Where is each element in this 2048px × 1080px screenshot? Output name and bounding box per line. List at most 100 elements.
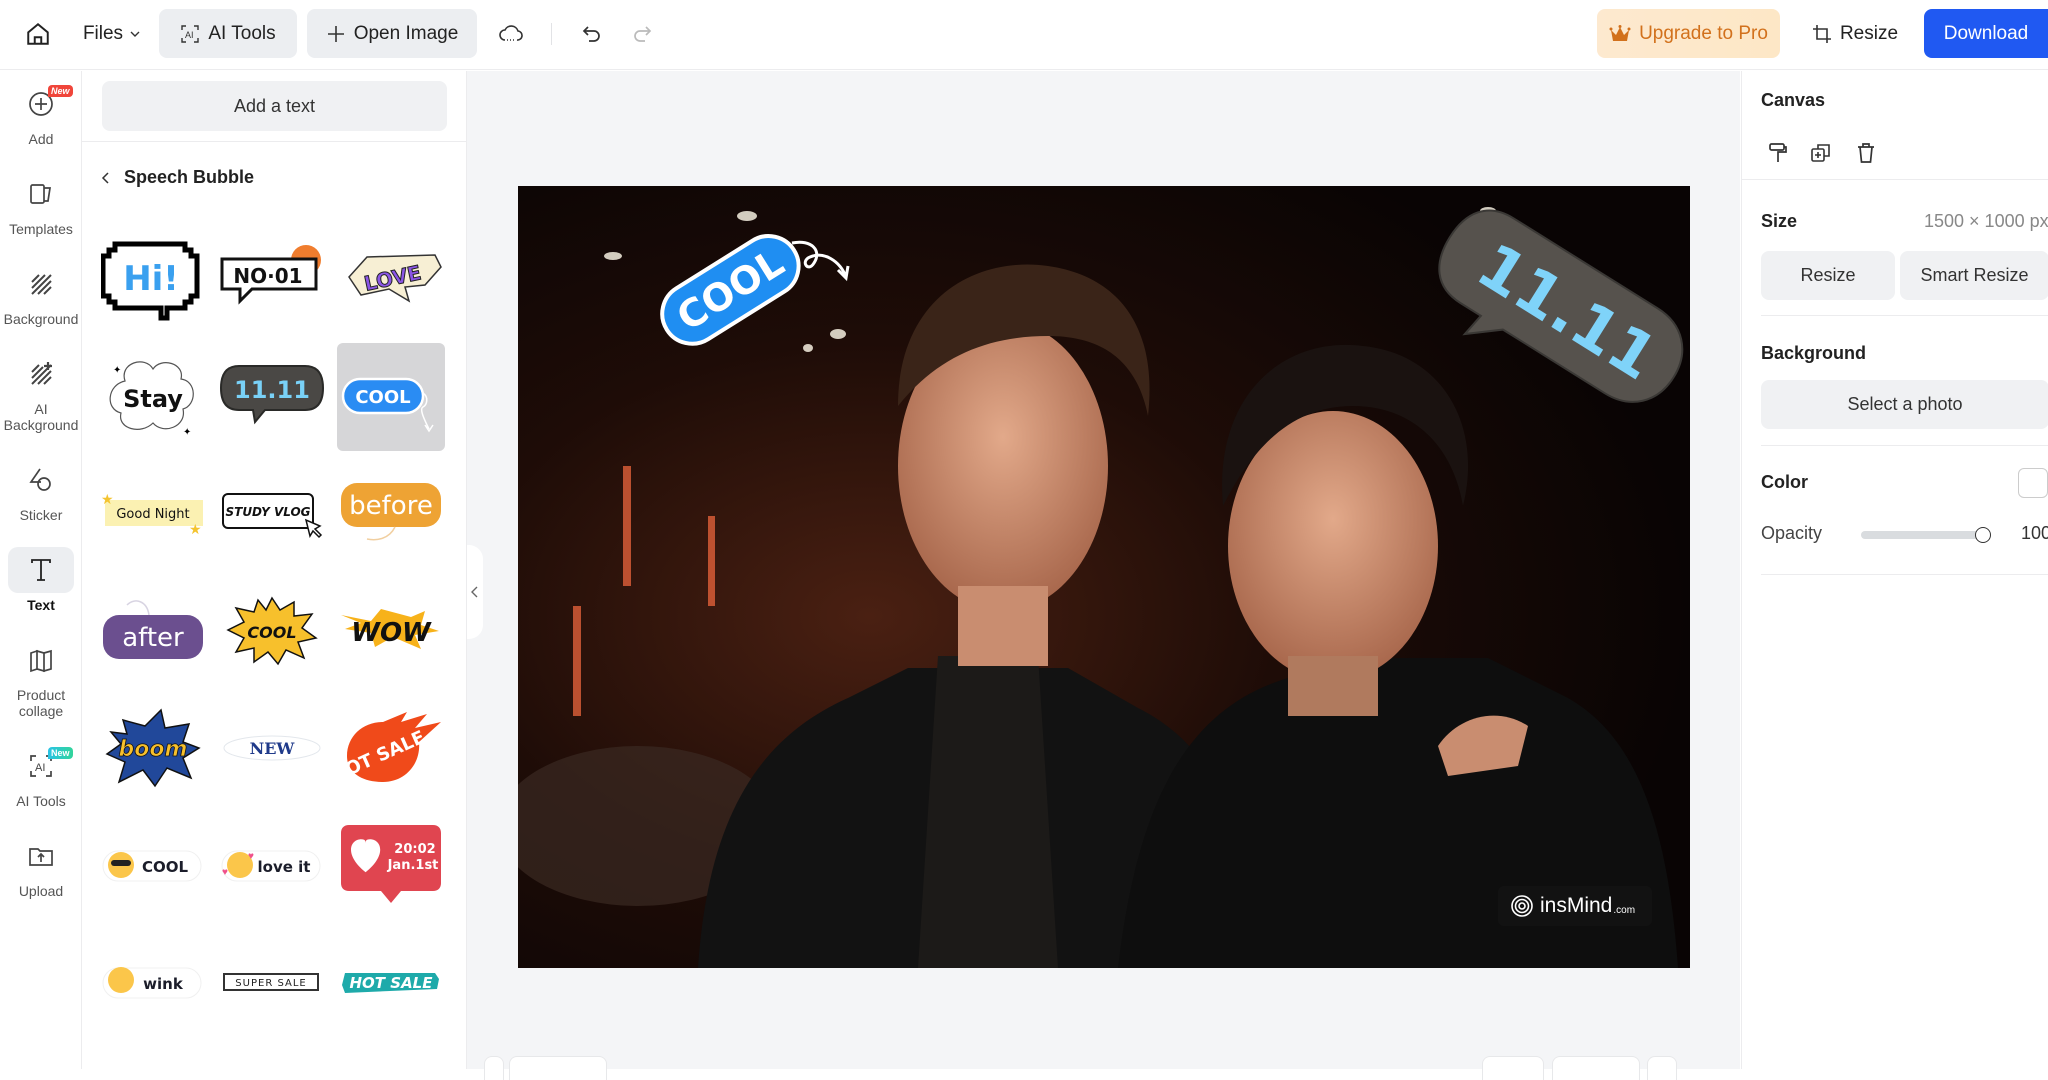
text-panel: Add a text Speech Bubble Hi! NO·01 LOVE … bbox=[82, 71, 467, 1069]
sticker-like-notification[interactable]: 20:02 Jan.1st bbox=[337, 811, 445, 919]
crop-icon bbox=[1812, 24, 1831, 43]
ai-tools-button[interactable]: AI AI Tools bbox=[159, 9, 297, 58]
open-image-label: Open Image bbox=[353, 22, 459, 44]
select-photo-button[interactable]: Select a photo bbox=[1761, 380, 2048, 429]
duplicate-icon bbox=[1811, 144, 1830, 162]
rail-item-ai-tools[interactable]: AI New AI Tools bbox=[4, 743, 78, 809]
svg-text:♥: ♥ bbox=[248, 851, 254, 862]
sticker-wow[interactable]: WOW bbox=[337, 577, 445, 685]
watermark-text: insMind bbox=[1540, 894, 1613, 917]
sticker-1111[interactable]: 11.11 bbox=[218, 343, 326, 451]
sticker-cool-starburst[interactable]: COOL bbox=[218, 577, 326, 685]
collage-icon bbox=[30, 649, 52, 673]
sticker-wink[interactable]: wink bbox=[99, 928, 207, 1036]
stage-control-fit[interactable] bbox=[1482, 1056, 1544, 1080]
sticker-text: 11.11 bbox=[234, 376, 310, 404]
properties-panel: Canvas Size 1500 × 1000 px Resize Smart … bbox=[1741, 71, 2048, 1069]
sticker-good-night[interactable]: Good Night ★ ★ bbox=[99, 460, 207, 568]
sticker-text: COOL bbox=[247, 623, 296, 642]
rail-label: AI Background bbox=[3, 401, 79, 433]
collapse-panel-handle[interactable] bbox=[467, 545, 483, 639]
upgrade-to-pro-button[interactable]: Upgrade to Pro bbox=[1597, 9, 1780, 58]
trash-icon bbox=[1858, 143, 1874, 163]
sticker-love-it[interactable]: ♥ ♥ love it bbox=[218, 811, 326, 919]
sticker-cool-emoji[interactable]: COOL bbox=[99, 811, 207, 919]
stage-control-left[interactable] bbox=[484, 1056, 504, 1080]
crown-icon bbox=[1609, 24, 1631, 41]
add-text-button[interactable]: Add a text bbox=[102, 81, 447, 131]
chevron-down-icon bbox=[130, 31, 140, 37]
home-button[interactable] bbox=[20, 9, 56, 58]
sticker-text: before bbox=[349, 491, 433, 521]
sticker-text: Stay bbox=[123, 385, 183, 413]
download-button[interactable]: Download bbox=[1924, 9, 2048, 58]
back-to-categories[interactable]: Speech Bubble bbox=[100, 167, 254, 188]
sticker-hot-sale-fire[interactable]: HOT SALE bbox=[337, 694, 445, 802]
watermark-suffix: .com bbox=[1613, 904, 1636, 916]
undo-button[interactable] bbox=[575, 9, 609, 58]
canvas-stage: COOL 11.11 insMind .com bbox=[467, 71, 1740, 1080]
sticker-after[interactable]: after bbox=[99, 577, 207, 685]
sticker-text: after bbox=[122, 623, 184, 653]
svg-text:Jan.1st: Jan.1st bbox=[387, 858, 439, 873]
canvas-photo[interactable]: COOL 11.11 insMind .com bbox=[518, 186, 1690, 968]
opacity-slider-handle[interactable] bbox=[1975, 527, 1991, 543]
sticker-text: NO·01 bbox=[233, 264, 302, 288]
delete-button[interactable] bbox=[1850, 137, 1882, 169]
files-menu[interactable]: Files bbox=[80, 9, 144, 58]
rail-item-ai-background[interactable]: AI Background bbox=[4, 351, 78, 433]
sticker-new[interactable]: NEW bbox=[218, 694, 326, 802]
sticker-cool-blue[interactable]: COOL bbox=[337, 343, 445, 451]
stage-control-pages[interactable] bbox=[509, 1056, 607, 1080]
opacity-slider[interactable] bbox=[1861, 527, 1991, 543]
resize-button[interactable]: Resize bbox=[1800, 9, 1910, 58]
sticker-study-vlog[interactable]: STUDY VLOG bbox=[218, 460, 326, 568]
format-painter-button[interactable] bbox=[1762, 137, 1794, 169]
sticker-no01[interactable]: NO·01 bbox=[218, 226, 326, 334]
sticker-text: STUDY VLOG bbox=[225, 505, 310, 519]
rail-item-upload[interactable]: Upload bbox=[4, 833, 78, 899]
cloud-save-button[interactable] bbox=[494, 9, 528, 58]
redo-icon bbox=[634, 25, 652, 42]
rail-item-product-collage[interactable]: Product collage bbox=[4, 637, 78, 719]
panel-divider bbox=[1742, 179, 2048, 180]
smart-resize-button[interactable]: Smart Resize bbox=[1900, 251, 2048, 300]
sticker-text: COOL bbox=[142, 858, 189, 876]
sticker-super-sale[interactable]: SUPER SALE bbox=[218, 928, 326, 1036]
duplicate-button[interactable] bbox=[1805, 137, 1837, 169]
sticker-text: wink bbox=[143, 975, 184, 993]
svg-text:AI: AI bbox=[35, 762, 45, 774]
rail-label: Text bbox=[27, 597, 55, 613]
sticker-hi[interactable]: Hi! bbox=[99, 226, 207, 334]
canvas-sticker-cool[interactable]: COOL bbox=[642, 208, 862, 348]
redo-button[interactable] bbox=[625, 9, 659, 58]
rail-item-templates[interactable]: Templates bbox=[4, 171, 78, 237]
color-label: Color bbox=[1761, 472, 1808, 492]
ai-background-icon bbox=[31, 362, 52, 385]
sticker-before[interactable]: before bbox=[337, 460, 445, 568]
rail-item-text[interactable]: Text bbox=[4, 547, 78, 613]
sticker-stay[interactable]: Stay ✦ ✦ bbox=[99, 343, 207, 451]
sticker-boom[interactable]: boom bbox=[99, 694, 207, 802]
paint-roller-icon bbox=[1769, 143, 1787, 162]
download-label: Download bbox=[1943, 22, 2029, 44]
open-image-button[interactable]: Open Image bbox=[307, 9, 477, 58]
rail-item-sticker[interactable]: Sticker bbox=[4, 457, 78, 523]
size-value: 1500 × 1000 px bbox=[1924, 211, 2048, 231]
rail-item-add[interactable]: New Add bbox=[4, 81, 78, 147]
color-swatch[interactable] bbox=[2018, 468, 2048, 498]
rail-label: Upload bbox=[18, 883, 64, 899]
resize-label: Resize bbox=[1839, 22, 1899, 44]
canvas-sticker-1111[interactable]: 11.11 bbox=[1422, 208, 1690, 448]
sticker-love[interactable]: LOVE bbox=[337, 226, 445, 334]
sticker-text: Hi! bbox=[123, 259, 179, 299]
resize-canvas-button[interactable]: Resize bbox=[1761, 251, 1895, 300]
stage-control-help[interactable] bbox=[1647, 1056, 1677, 1080]
sticker-text: NEW bbox=[250, 739, 296, 758]
rail-item-background[interactable]: Background bbox=[4, 261, 78, 327]
svg-text:20:02: 20:02 bbox=[394, 842, 435, 857]
svg-text:✦: ✦ bbox=[183, 427, 191, 438]
stage-control-zoom[interactable] bbox=[1552, 1056, 1640, 1080]
rail-label: Background bbox=[3, 311, 79, 327]
sticker-hot-sale-teal[interactable]: HOT SALE bbox=[337, 928, 445, 1036]
